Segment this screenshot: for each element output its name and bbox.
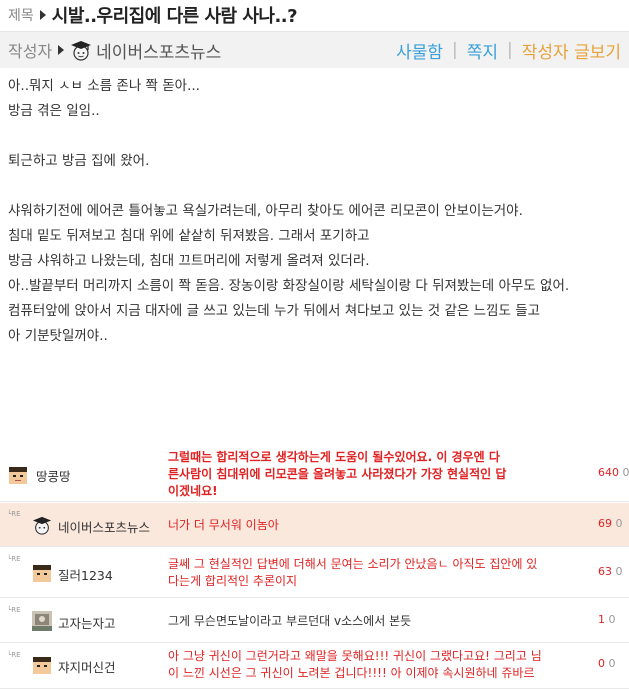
graduation-cap-avatar-icon [32, 516, 52, 535]
body-line: 방금 겪은 일임.. [8, 103, 100, 119]
pixel-face-avatar-icon [33, 565, 51, 582]
comment-score: 63 0 [598, 565, 623, 578]
comment-nickname[interactable]: 네이버스포츠뉴스 [58, 517, 150, 536]
comment-score: 1 0 [598, 613, 616, 626]
comment-score: 69 0 [598, 517, 623, 530]
author-label: 작성자 [8, 42, 53, 61]
author-row: 작성자 네이버스포츠뉴스 사물함 | 쪽지 | 작성자 글보기 [0, 32, 629, 68]
body-line [8, 174, 623, 199]
comment-text: 그게 무슨면도날이라고 부르던대 v소스에서 본듯 [168, 614, 412, 628]
body-line: 퇴근하고 방금 집에 왔어. [8, 153, 150, 169]
comment-nickname[interactable]: 질러1234 [58, 565, 113, 584]
reply-marker: └RE [7, 510, 21, 518]
comment-text: 글쎄 그 현실적인 답변에 더해서 문여는 소리가 안났음ㄴ 아직도 집안에 있… [168, 557, 538, 588]
pixel-face-avatar-icon [9, 467, 27, 484]
body-line: 아 기분탓일꺼야.. [8, 328, 108, 344]
graduation-cap-avatar-icon [71, 41, 92, 61]
comment-text: 너가 더 무서워 이놈아 [168, 518, 279, 532]
comment-item: └RE 쟈지머신건 아 그냥 귀신이 그런거라고 왜말을 못해요!!! 귀신이 … [0, 644, 629, 689]
comment-text: 그럴때는 합리적으로 생각하는게 도움이 될수있어요. 이 경우엔 다 른사람이… [168, 450, 507, 498]
triangle-right-icon [39, 10, 46, 20]
photo-avatar-icon [32, 611, 52, 631]
comment-score: 640 0 [598, 466, 629, 479]
message-link[interactable]: 쪽지 [467, 38, 498, 63]
post-body: 아..뭐지 ㅅㅂ 소름 존나 쫙 돋아... 방금 겪은 일임.. 퇴근하고 방… [8, 74, 623, 349]
triangle-right-icon [58, 45, 65, 55]
title-label: 제목 [8, 8, 34, 24]
locker-link[interactable]: 사물함 [396, 38, 443, 63]
reply-marker: └RE [7, 651, 21, 659]
reply-marker: └RE [7, 555, 21, 563]
comment-nickname[interactable]: 땅콩땅 [36, 466, 71, 485]
comment-item: └RE 질러1234 글쎄 그 현실적인 답변에 더해서 문여는 소리가 안났음… [0, 548, 629, 598]
post-title-row: 제목 시발..우리집에 다른 사람 사나..? [0, 0, 629, 30]
author-name[interactable]: 네이버스포츠뉴스 [96, 38, 221, 63]
comment-score: 0 0 [598, 657, 616, 670]
body-line: 아..발끝부터 머리까지 소름이 쫙 돋음. 장농이랑 화장실이랑 세탁실이랑 … [8, 278, 570, 294]
author-links: 사물함 | 쪽지 | 작성자 글보기 [396, 32, 621, 68]
comment-nickname[interactable]: 고자는자고 [58, 613, 116, 632]
body-line: 아..뭐지 ㅅㅂ 소름 존나 쫙 돋아... [8, 78, 200, 94]
body-line: 방금 샤워하고 나왔는데, 침대 끄트머리에 저렇게 올려져 있더라. [8, 253, 370, 269]
comment-item: └RE 고자는자고 그게 무슨면도날이라고 부르던대 v소스에서 본듯 1 0 [0, 599, 629, 643]
comment-text: 아 그냥 귀신이 그런거라고 왜말을 못해요!!! 귀신이 그랬다고요! 그리고… [168, 649, 542, 680]
body-line: 컴퓨터앞에 앉아서 지금 대자에 글 쓰고 있는데 누가 뒤에서 쳐다보고 있는… [8, 303, 541, 319]
post-title: 시발..우리집에 다른 사람 사나..? [51, 6, 298, 27]
reply-marker: └RE [7, 606, 21, 614]
author-posts-link[interactable]: 작성자 글보기 [522, 38, 621, 63]
body-line: 샤워하기전에 에어콘 틀어놓고 욕실가려는데, 아무리 찾아도 에어콘 리모콘이… [8, 203, 523, 219]
body-line [8, 124, 623, 149]
body-line: 침대 밑도 뒤져보고 침대 위에 샅샅히 뒤져봤음. 그래서 포기하고 [8, 228, 370, 244]
comment-nickname[interactable]: 쟈지머신건 [58, 657, 116, 676]
comment-item: 땅콩땅 그럴때는 합리적으로 생각하는게 도움이 될수있어요. 이 경우엔 다 … [0, 448, 629, 502]
comment-item: └RE 네이버스포츠뉴스 너가 더 무서워 이놈아 69 0 [0, 503, 629, 547]
pixel-face-avatar-icon [33, 657, 51, 674]
